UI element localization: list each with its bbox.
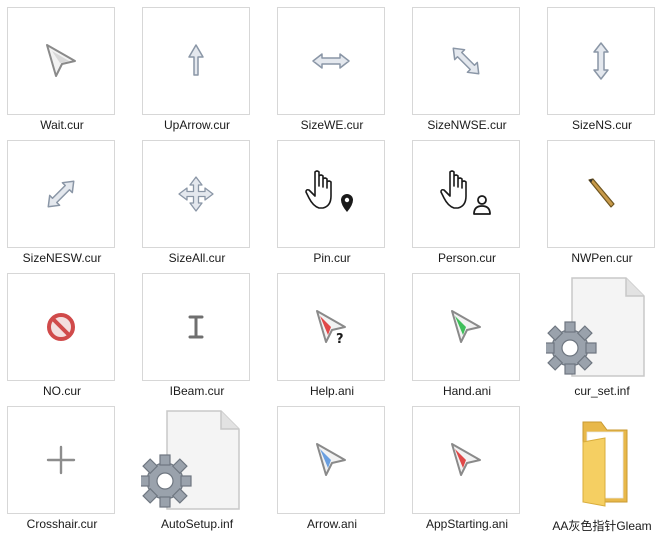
file-name: cur_set.inf	[574, 384, 630, 398]
file-name: Crosshair.cur	[26, 517, 98, 531]
file-name: SizeNWSE.cur	[427, 118, 507, 132]
file-item-no[interactable]: NO.cur	[0, 266, 135, 399]
file-item-wait[interactable]: Wait.cur	[0, 0, 135, 133]
ibeam-cursor-icon	[184, 312, 208, 342]
file-item-crosshair[interactable]: Crosshair.cur	[0, 399, 135, 532]
hand-person-cursor-icon	[438, 168, 494, 220]
file-name: SizeNESW.cur	[22, 251, 102, 265]
file-name: AutoSetup.inf	[160, 517, 234, 531]
settings-file-icon	[546, 272, 656, 382]
file-grid: Wait.cur UpArrow.cur SizeWE.cur SizeNWSE…	[0, 0, 662, 534]
blue-arrow-cursor-icon	[309, 438, 353, 482]
resize-horizontal-icon	[309, 49, 353, 73]
file-thumbnail	[277, 140, 385, 248]
file-thumbnail	[7, 7, 115, 115]
file-name: Hand.ani	[442, 384, 492, 398]
file-thumbnail	[277, 7, 385, 115]
file-thumbnail	[141, 405, 251, 515]
file-thumbnail	[412, 7, 520, 115]
resize-nwse-icon	[446, 41, 486, 81]
pen-cursor-icon	[581, 174, 621, 214]
file-name: Help.ani	[309, 384, 355, 398]
folder-icon	[561, 412, 641, 508]
file-item-cur-set[interactable]: cur_set.inf	[540, 266, 662, 399]
file-name: AppStarting.ani	[425, 517, 509, 531]
file-name: SizeAll.cur	[168, 251, 226, 265]
crosshair-cursor-icon	[45, 444, 77, 476]
file-thumbnail	[547, 140, 655, 248]
svg-text:?: ?	[336, 332, 344, 347]
green-arrow-cursor-icon	[444, 305, 488, 349]
file-thumbnail	[142, 273, 250, 381]
folder-name: AA灰色指针Gleam	[552, 519, 652, 533]
file-thumbnail	[7, 140, 115, 248]
file-item-sizens[interactable]: SizeNS.cur	[540, 0, 662, 133]
not-allowed-cursor-icon	[43, 309, 79, 345]
file-item-person[interactable]: Person.cur	[405, 133, 540, 266]
file-thumbnail	[547, 406, 655, 514]
file-item-sizenesw[interactable]: SizeNESW.cur	[0, 133, 135, 266]
folder-item-gleam[interactable]: AA灰色指针Gleam	[540, 399, 662, 533]
hand-pin-cursor-icon	[303, 168, 359, 220]
file-item-uparrow[interactable]: UpArrow.cur	[135, 0, 270, 133]
file-thumbnail	[277, 406, 385, 514]
red-arrow-cursor-icon	[444, 438, 488, 482]
file-item-sizenwse[interactable]: SizeNWSE.cur	[405, 0, 540, 133]
file-thumbnail: ?	[277, 273, 385, 381]
file-thumbnail	[142, 7, 250, 115]
file-name: NWPen.cur	[571, 251, 633, 265]
file-name: SizeWE.cur	[300, 118, 364, 132]
file-name: NO.cur	[42, 384, 81, 398]
resize-vertical-icon	[589, 39, 613, 83]
file-thumbnail	[412, 406, 520, 514]
file-thumbnail	[412, 140, 520, 248]
move-cursor-icon	[176, 174, 216, 214]
file-name: UpArrow.cur	[163, 118, 231, 132]
file-item-arrow[interactable]: Arrow.ani	[270, 399, 405, 532]
arrow-cursor-icon	[39, 39, 83, 83]
file-item-autosetup[interactable]: AutoSetup.inf	[135, 399, 270, 532]
settings-file-icon	[141, 405, 251, 515]
up-arrow-cursor-icon	[181, 41, 211, 81]
file-thumbnail	[412, 273, 520, 381]
file-name: Person.cur	[437, 251, 497, 265]
file-item-sizeall[interactable]: SizeAll.cur	[135, 133, 270, 266]
file-name: Wait.cur	[40, 118, 84, 132]
file-thumbnail	[546, 272, 656, 382]
file-thumbnail	[547, 7, 655, 115]
file-item-ibeam[interactable]: IBeam.cur	[135, 266, 270, 399]
file-item-help[interactable]: ? Help.ani	[270, 266, 405, 399]
file-item-sizewe[interactable]: SizeWE.cur	[270, 0, 405, 133]
file-name: Pin.cur	[313, 251, 351, 265]
file-item-appstarting[interactable]: AppStarting.ani	[405, 399, 540, 532]
resize-nesw-icon	[41, 174, 81, 214]
file-thumbnail	[142, 140, 250, 248]
file-item-pin[interactable]: Pin.cur	[270, 133, 405, 266]
file-name: Arrow.ani	[306, 517, 358, 531]
file-name: IBeam.cur	[169, 384, 225, 398]
file-thumbnail	[7, 406, 115, 514]
file-name: SizeNS.cur	[571, 118, 633, 132]
file-item-nwpen[interactable]: NWPen.cur	[540, 133, 662, 266]
file-thumbnail	[7, 273, 115, 381]
file-item-hand[interactable]: Hand.ani	[405, 266, 540, 399]
help-cursor-icon: ?	[309, 305, 353, 349]
